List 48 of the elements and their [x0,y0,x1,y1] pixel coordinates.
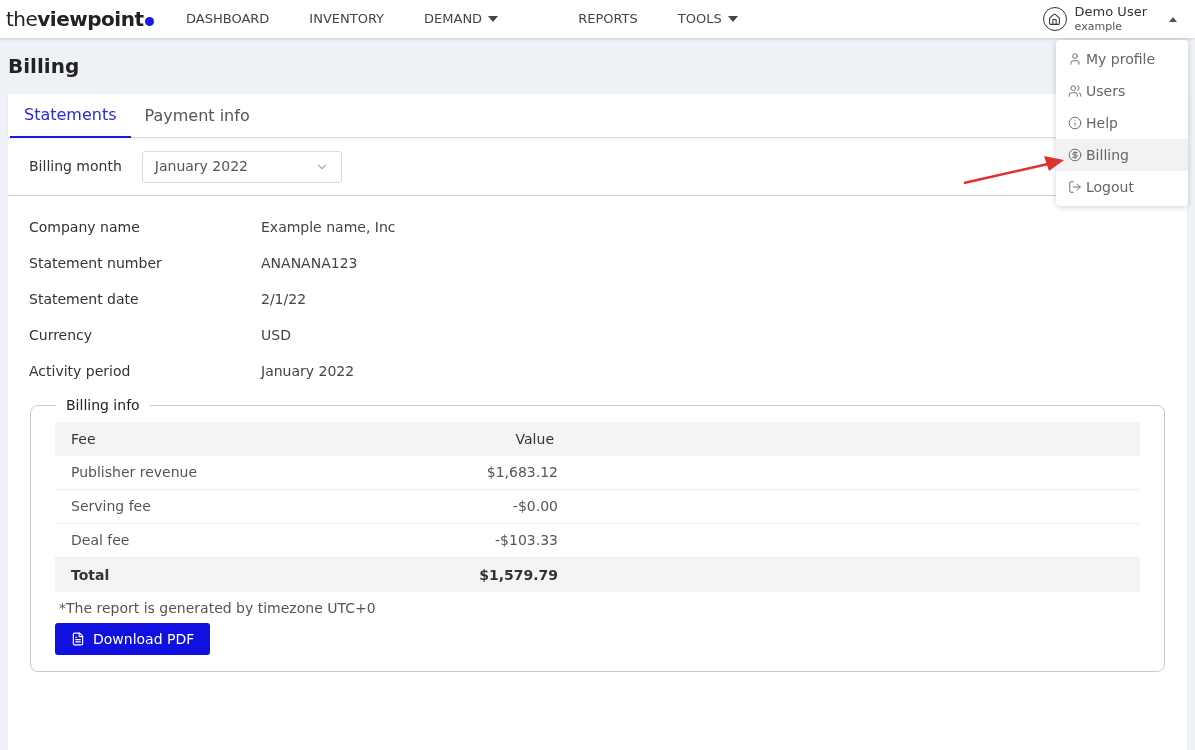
table-cell-text: $1,579.79 [478,565,558,585]
table-cell-text: -$103.33 [494,531,558,550]
pdf-file-icon [71,632,85,646]
detail-value: ANANANA123 [261,253,358,273]
menu-item[interactable]: Users [1056,75,1188,107]
nav-link[interactable]: TOOLS [677,9,778,29]
person-icon [1068,52,1082,66]
table-cell-text: Serving fee [71,497,152,516]
info-icon [1068,116,1082,130]
timezone-note: *The report is generated by timezone UTC+0 [59,599,377,618]
detail-label: Statement number [29,253,163,273]
detail-label: Statement date [29,289,140,309]
detail-label: Company name [29,217,141,237]
logout-icon [1068,180,1082,194]
page-title: Billing [8,53,80,80]
nav-link[interactable]: REPORTS [578,9,638,29]
tab[interactable]: Payment info [130,94,264,138]
menu-item[interactable]: Logout [1056,171,1188,203]
download-pdf-button[interactable]: Download PDF [55,623,211,655]
nav-link[interactable]: DEMAND [424,9,539,29]
caret-icon [488,16,499,22]
nav-link[interactable]: INVENTORY [309,9,385,29]
menu-item[interactable]: Billing [1056,139,1188,171]
caret-icon [727,16,738,22]
logo[interactable]: theviewpoint [6,4,186,34]
detail-value: 2/1/22 [261,289,307,309]
month-select[interactable]: January 2022 [141,150,342,183]
table-cell-text: $1,683.12 [485,463,558,482]
detail-value: January 2022 [261,361,355,381]
menu-item[interactable]: Help [1056,107,1188,139]
menu-item[interactable]: My profile [1056,43,1188,75]
dollar-coin-icon [1068,148,1082,162]
column-header: Fee [71,429,97,449]
detail-label: Activity period [29,361,132,381]
people-icon [1068,84,1082,98]
table-cell-text: Deal fee [71,531,131,550]
column-header: Value [514,429,554,449]
nav-link[interactable]: DASHBOARD [186,9,270,29]
panel-title: Billing info [65,396,141,415]
detail-value: Example name, Inc [261,217,396,237]
user-menu-toggle[interactable]: Demo User example [1074,4,1147,34]
table-cell-text: Total [71,565,111,585]
tab[interactable]: Statements [10,94,131,138]
table-cell-text: -$0.00 [511,497,558,516]
field-label: Billing month [29,157,122,176]
table-cell-text: Publisher revenue [71,463,199,482]
detail-value: USD [261,325,291,345]
detail-label: Currency [29,325,94,345]
